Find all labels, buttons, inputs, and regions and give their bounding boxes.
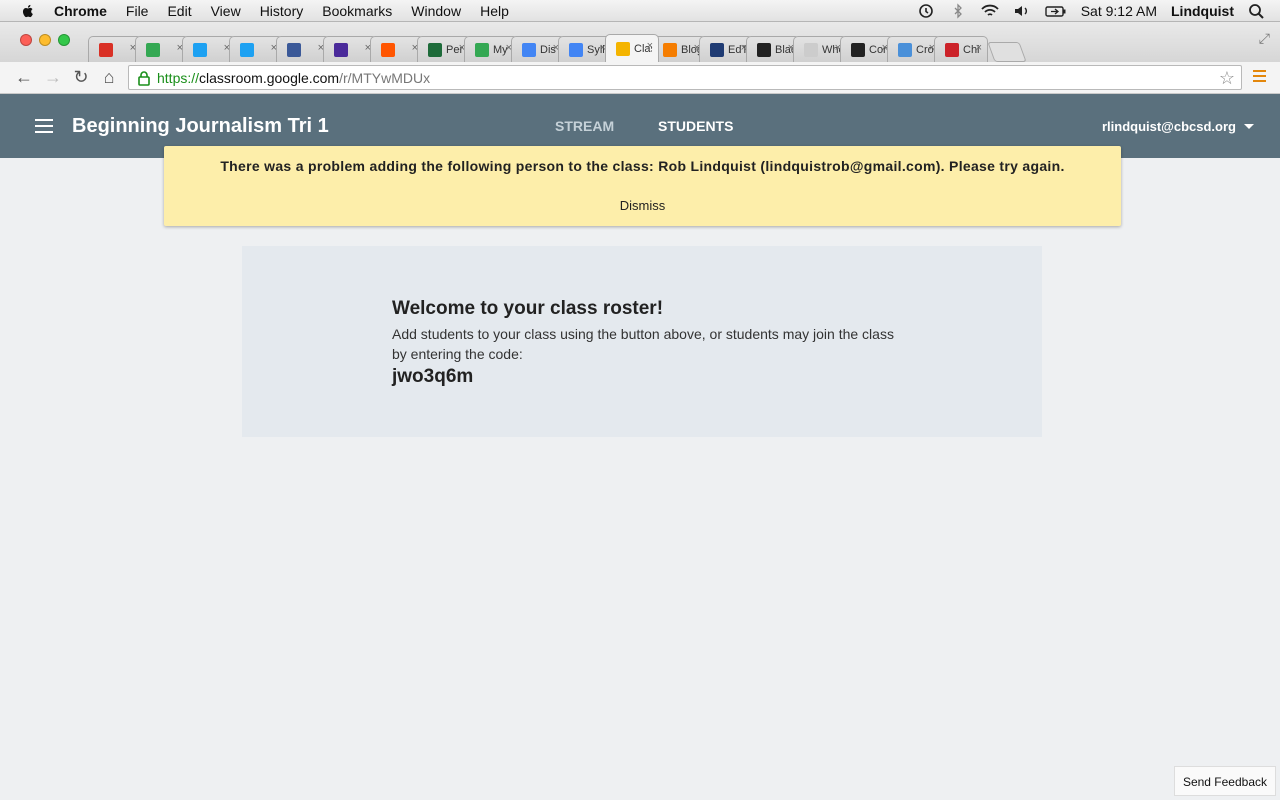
hamburger-menu-icon[interactable] [35,119,53,137]
twitter-icon [240,42,254,57]
dropdown-caret-icon [1244,124,1254,129]
roster-heading: Welcome to your class roster! [392,298,664,319]
chrome-c-icon [945,42,959,57]
user-menu[interactable]: Lindquist [1171,3,1234,19]
account-email: rlindquist@cbcsd.org [1101,119,1236,134]
docs-icon [522,42,536,57]
menu-history[interactable]: History [260,3,304,19]
zoom-window-button[interactable] [58,34,70,46]
browser-tab[interactable]: × [88,36,142,62]
mail-icon [334,42,348,57]
roster-card: Welcome to your class roster! Add studen… [242,246,1042,437]
url-host: classroom.google.com [199,69,340,86]
amazon-icon [851,42,865,57]
twitter-icon [193,42,207,57]
browser-tab[interactable]: Dis × [511,36,565,62]
close-tab-icon[interactable]: × [647,40,653,52]
roster-instructions: Add students to your class using the but… [392,326,894,362]
browser-tab[interactable]: EdT× [699,36,753,62]
browser-tab[interactable]: × [182,36,236,62]
battery-icon[interactable] [1045,3,1067,19]
browser-tab[interactable]: Cro × [887,36,941,62]
gmail-icon [99,42,113,57]
browser-tab[interactable]: × [135,36,189,62]
browser-tab[interactable]: Blog× [652,36,706,62]
apple-icon[interactable] [20,3,36,19]
class-title: Beginning Journalism Tri 1 [72,115,329,137]
send-feedback-button[interactable]: Send Feedback [1173,766,1276,796]
loading-icon [898,42,912,57]
browser-tab-strip: ×××××××Per×My×Dis×Syll×Clas×Blog×EdT×Bla… [0,22,1280,62]
soundcloud-icon [381,42,395,57]
facebook-icon [287,42,301,57]
browser-tab[interactable]: Clas× [605,34,659,62]
volume-icon[interactable] [1013,3,1031,19]
account-menu[interactable]: rlindquist@cbcsd.org [1102,119,1254,134]
address-bar[interactable]: https://classroom.google.com/r/MTYwMDUx … [128,65,1242,90]
error-message: There was a problem adding the following… [220,158,1065,174]
browser-tab[interactable]: Chi × [934,36,988,62]
menubar-status-area: Sat 9:12 AM Lindquist [917,3,1280,19]
clock[interactable]: Sat 9:12 AM [1081,3,1157,19]
error-banner: There was a problem adding the following… [164,146,1121,226]
tab-students[interactable]: STUDENTS [658,118,733,134]
back-button[interactable]: ← [14,67,34,88]
dismiss-button[interactable]: Dismiss [620,198,666,213]
close-window-button[interactable] [20,34,32,46]
browser-tab[interactable]: Whe× [793,36,847,62]
forward-button[interactable]: → [43,67,63,88]
wifi-icon[interactable] [981,3,999,19]
perusall-icon [428,42,442,57]
bookmark-star-icon[interactable]: ☆ [1219,68,1235,89]
browser-tab[interactable]: × [276,36,330,62]
reload-button[interactable]: ↻ [71,67,91,88]
time-machine-icon[interactable] [917,3,935,19]
blackboard-icon [757,42,771,57]
window-controls [20,34,70,46]
fullscreen-icon[interactable]: ⤢ [1259,30,1270,47]
lock-icon[interactable] [137,70,151,86]
class-code: jwo3q6m [392,366,474,387]
browser-tab[interactable]: × [229,36,283,62]
browser-tab[interactable]: Blac× [746,36,800,62]
home-button[interactable]: ⌂ [99,67,119,88]
chrome-menu-icon[interactable] [1253,70,1266,85]
page-icon [804,42,818,57]
browser-tab[interactable]: Con× [840,36,894,62]
spotlight-search-icon[interactable] [1248,3,1266,19]
url-path: /r/MTYwMDUx [339,69,431,86]
edtech-icon [710,42,724,57]
menu-help[interactable]: Help [480,3,509,19]
drive-icon [475,42,489,57]
browser-toolbar: ← → ↻ ⌂ https://classroom.google.com/r/M… [0,62,1280,94]
menu-view[interactable]: View [211,3,241,19]
url-protocol: https:// [157,69,200,86]
browser-tab[interactable]: Syll × [558,36,612,62]
classroom-icon [616,41,630,56]
browser-tab[interactable]: × [370,36,424,62]
bluetooth-icon[interactable] [949,2,967,19]
docs-icon [569,42,583,57]
browser-tab[interactable]: My × [464,36,518,62]
menu-file[interactable]: File [126,3,149,19]
menu-window[interactable]: Window [411,3,461,19]
browser-tab[interactable]: Per × [417,36,471,62]
menu-chrome[interactable]: Chrome [54,3,107,19]
close-tab-icon[interactable]: × [976,42,982,54]
drive-icon [146,42,160,57]
menu-edit[interactable]: Edit [167,3,191,19]
menu-bookmarks[interactable]: Bookmarks [322,3,392,19]
mac-menu-bar: Chrome File Edit View History Bookmarks … [0,0,1280,22]
tab-stream[interactable]: STREAM [555,118,614,134]
browser-tab[interactable]: × [323,36,377,62]
tab-list: ×××××××Per×My×Dis×Syll×Clas×Blog×EdT×Bla… [88,32,1027,62]
blogger-icon [663,42,677,57]
minimize-window-button[interactable] [39,34,51,46]
new-tab-button[interactable] [987,42,1027,62]
